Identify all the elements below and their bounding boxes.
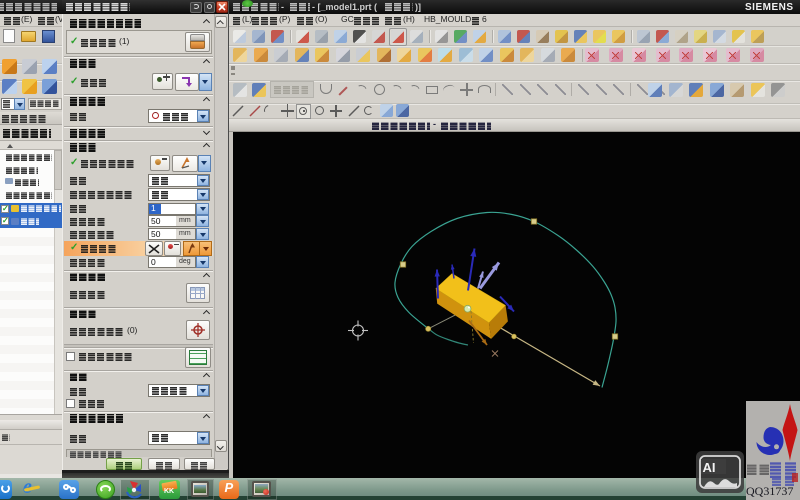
svg-text:AI: AI bbox=[703, 460, 716, 475]
